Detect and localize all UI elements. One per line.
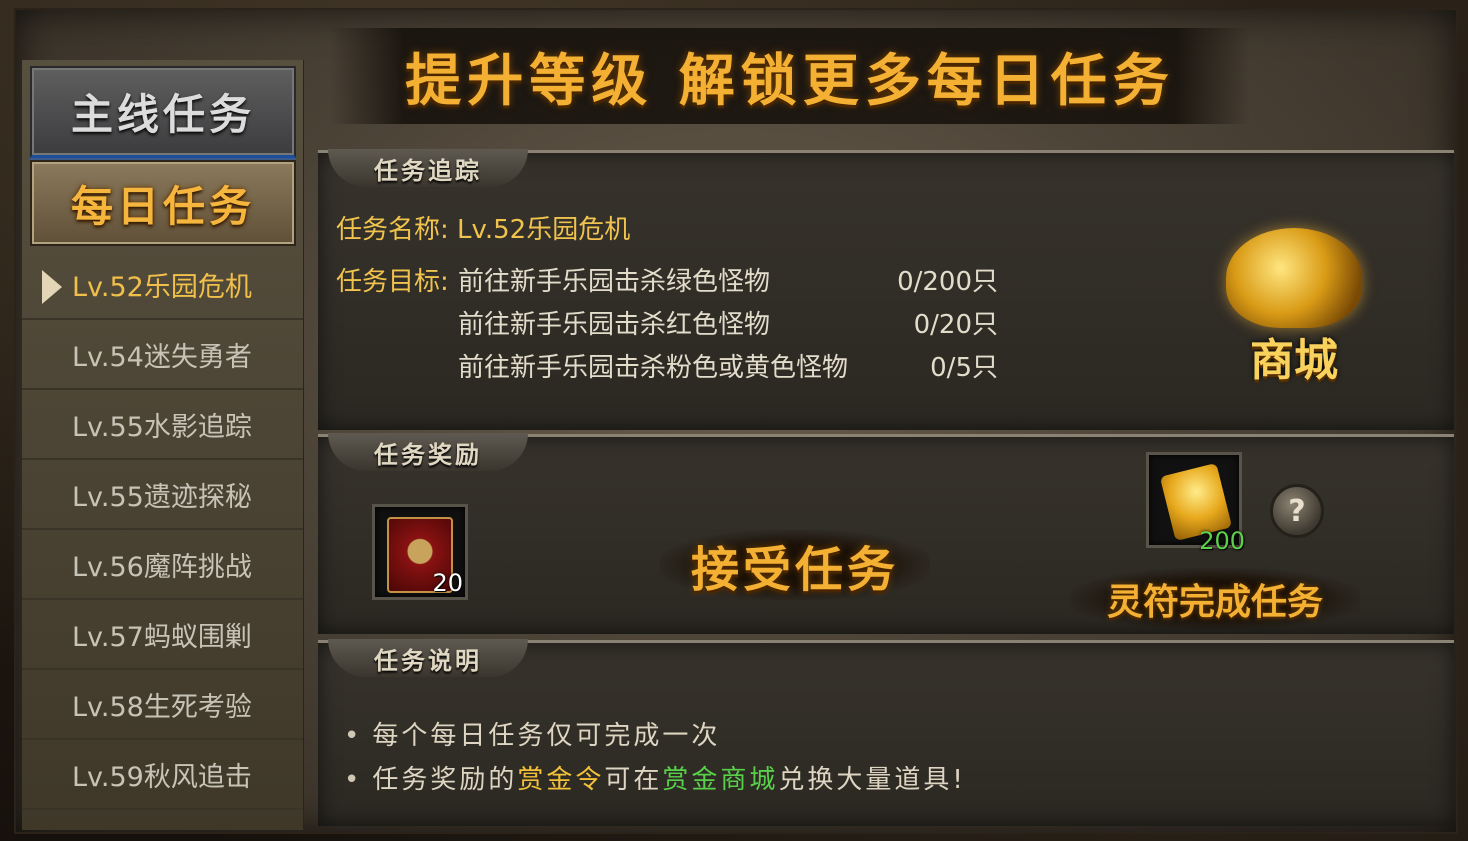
bounty-shop-link[interactable]: 赏金商城 (662, 765, 778, 795)
tab-main-quest[interactable]: 主线任务 (30, 66, 296, 158)
objective-row: 前往新手乐园击杀粉色或黄色怪物 0/5只 (458, 347, 998, 384)
talisman-count: 200 (1199, 527, 1245, 555)
description-text: 任务奖励的 (372, 765, 518, 795)
accept-quest-button[interactable]: 接受任务 (660, 530, 930, 600)
help-button[interactable]: ? (1270, 484, 1324, 538)
reward-item-slot[interactable]: 20 (372, 504, 468, 600)
objective-count: 0/200只 (897, 267, 998, 297)
objective-row: 前往新手乐园击杀红色怪物 0/20只 (458, 304, 998, 341)
section-label-description: 任务说明 (328, 639, 528, 677)
quest-item[interactable]: Lv.59秋风追击 (22, 740, 303, 810)
objective-text: 前往新手乐园击杀粉色或黄色怪物 (458, 353, 849, 383)
quest-item-label: Lv.58生死考验 (72, 691, 252, 723)
bullet: • (344, 721, 363, 751)
unlock-banner: 提升等级 解锁更多每日任务 (330, 28, 1250, 124)
quest-item-label: Lv.56魔阵挑战 (72, 551, 252, 583)
quest-item[interactable]: Lv.56魔阵挑战 (22, 530, 303, 600)
quest-description-section: 任务说明 • 每个每日任务仅可完成一次 • 任务奖励的赏金令可在赏金商城兑换大量道具… (318, 639, 1454, 826)
quest-tracking-section: 任务追踪 任务名称: Lv.52乐园危机 任务目标: 前往新手乐园击杀绿色怪物 … (318, 149, 1454, 430)
quest-item-label: Lv.59秋风追击 (72, 761, 252, 793)
quest-item-label: Lv.55水影追踪 (72, 411, 252, 443)
objective-row: 前往新手乐园击杀绿色怪物 0/200只 (458, 261, 998, 298)
section-label-reward: 任务奖励 (328, 433, 528, 471)
quest-item[interactable]: Lv.54迷失勇者 (22, 320, 303, 390)
selected-arrow-icon (42, 270, 62, 304)
shop-label: 商城 (1250, 335, 1338, 386)
objective-text: 前往新手乐园击杀绿色怪物 (458, 267, 771, 297)
quest-item-label: Lv.55遗迹探秘 (72, 481, 252, 513)
shop-button[interactable]: 商城 (1214, 228, 1374, 388)
quest-sidebar: 主线任务 每日任务 Lv.52乐园危机 Lv.54迷失勇者 Lv.55水影追踪 … (22, 60, 304, 830)
quest-item[interactable]: Lv.57蚂蚁围剿 (22, 600, 303, 670)
quest-item-label: Lv.54迷失勇者 (72, 341, 252, 373)
description-text: 可在 (604, 765, 663, 795)
quest-name: 任务名称: Lv.52乐园危机 (336, 215, 631, 245)
banner-title: 提升等级 解锁更多每日任务 (405, 47, 1175, 114)
objective-count: 0/20只 (913, 310, 998, 340)
quest-item[interactable]: Lv.55水影追踪 (22, 390, 303, 460)
bounty-token-text: 赏金令 (517, 765, 605, 795)
quest-target-label: 任务目标: (336, 267, 449, 297)
description-text: 每个每日任务仅可完成一次 (372, 721, 721, 751)
description-line: • 每个每日任务仅可完成一次 (344, 715, 720, 752)
objective-count: 0/5只 (930, 353, 998, 383)
game-frame: 主线任务 每日任务 Lv.52乐园危机 Lv.54迷失勇者 Lv.55水影追踪 … (0, 0, 1468, 841)
talisman-complete-button[interactable]: 灵符完成任务 (1070, 568, 1360, 630)
quest-item[interactable]: Lv.55遗迹探秘 (22, 460, 303, 530)
description-text: 兑换大量道具! (778, 765, 966, 795)
quest-item-active[interactable]: Lv.52乐园危机 (22, 250, 303, 320)
bullet: • (344, 765, 363, 795)
description-line: • 任务奖励的赏金令可在赏金商城兑换大量道具! (344, 759, 966, 796)
quest-item-label: Lv.52乐园危机 (72, 271, 252, 303)
gold-pile-icon (1226, 228, 1362, 328)
quest-list: Lv.52乐园危机 Lv.54迷失勇者 Lv.55水影追踪 Lv.55遗迹探秘 … (22, 250, 303, 810)
objective-text: 前往新手乐园击杀红色怪物 (458, 310, 771, 340)
reward-item-count: 20 (432, 569, 463, 597)
quest-item[interactable]: Lv.58生死考验 (22, 670, 303, 740)
section-label-tracking: 任务追踪 (328, 149, 528, 187)
quest-item-label: Lv.57蚂蚁围剿 (72, 621, 252, 653)
talisman-item-slot[interactable]: 200 (1146, 452, 1245, 555)
tab-daily-quest[interactable]: 每日任务 (30, 160, 296, 246)
